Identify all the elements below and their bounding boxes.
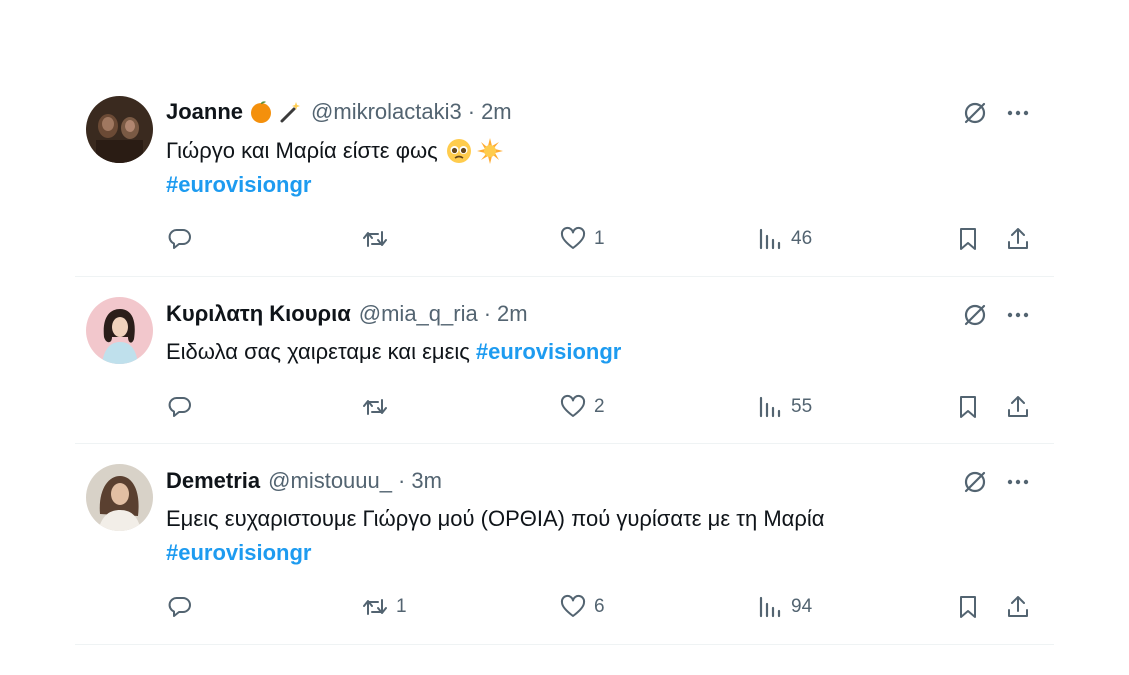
timestamp[interactable]: 3m <box>411 468 442 494</box>
tweet-header: Κυριλατη Κιουρια @mia_q_ria · 2m <box>166 299 528 329</box>
retweet-button[interactable] <box>362 392 396 422</box>
share-icon <box>1008 228 1028 249</box>
bookmark-button[interactable] <box>955 592 981 622</box>
views-button[interactable]: 46 <box>757 224 812 254</box>
views-button[interactable]: 55 <box>757 392 812 422</box>
tweet-text: Γιώργο και Μαρία είστε φως <box>166 136 504 166</box>
bookmark-icon <box>960 228 976 250</box>
tweet-header: Joanne @mikrolactaki3 · 2m <box>166 97 512 127</box>
avatar[interactable] <box>86 96 153 163</box>
tweet-top-actions <box>962 100 1031 126</box>
share-button[interactable] <box>1005 224 1031 254</box>
reply-button[interactable] <box>167 224 201 254</box>
author-name[interactable]: Demetria <box>166 468 260 494</box>
reply-button[interactable] <box>167 592 201 622</box>
more-icon[interactable] <box>1005 469 1031 495</box>
tweet-actions: 1 6 94 <box>0 592 1129 622</box>
divider <box>75 644 1054 645</box>
tweet-feed: Joanne @mikrolactaki3 · 2m Γιώργο και Μα… <box>0 0 1129 675</box>
tweet-header: Demetria @mistouuu_ · 3m <box>166 466 442 496</box>
tweet-top-actions <box>962 469 1031 495</box>
hashtag-link[interactable]: #eurovisiongr <box>166 540 311 565</box>
views-icon <box>759 596 781 618</box>
like-button[interactable]: 1 <box>560 224 605 254</box>
grok-icon[interactable] <box>962 469 988 495</box>
like-button[interactable]: 6 <box>560 592 605 622</box>
share-icon <box>1008 396 1028 417</box>
share-button[interactable] <box>1005 392 1031 422</box>
tweet-text: Εμεις ευχαριστουμε Γιώργο μού (ΟΡΘΙΑ) πο… <box>166 504 825 534</box>
view-count: 55 <box>791 396 813 417</box>
tweet-text: Ειδωλα σας χαιρεταμε και εμεις #eurovisi… <box>166 337 621 367</box>
author-name[interactable]: Κυριλατη Κιουρια <box>166 301 351 327</box>
separator: · <box>467 99 476 124</box>
tweet[interactable]: Joanne @mikrolactaki3 · 2m Γιώργο και Μα… <box>0 0 1129 276</box>
hashtag-link[interactable]: #eurovisiongr <box>476 339 621 365</box>
like-icon <box>560 226 586 249</box>
tweet-body: Ειδωλα σας χαιρεταμε και εμεις <box>166 339 470 364</box>
hashtag-link[interactable]: #eurovisiongr <box>166 172 311 197</box>
author-handle[interactable]: @mia_q_ria <box>359 301 478 327</box>
grok-icon[interactable] <box>962 100 988 126</box>
retweet-count: 1 <box>396 596 407 617</box>
like-icon <box>560 594 586 617</box>
retweet-button[interactable] <box>362 224 396 254</box>
retweet-button[interactable]: 1 <box>362 592 407 622</box>
author-name[interactable]: Joanne <box>166 99 243 125</box>
bookmark-icon <box>960 596 976 618</box>
share-icon <box>1008 596 1028 617</box>
views-icon <box>759 396 781 418</box>
author-handle[interactable]: @mistouuu_ <box>268 468 392 494</box>
like-button[interactable]: 2 <box>560 392 605 422</box>
tweet-actions: 2 55 <box>0 392 1129 422</box>
share-button[interactable] <box>1005 592 1031 622</box>
tweet-top-actions <box>962 302 1031 328</box>
views-icon <box>759 228 781 250</box>
like-count: 2 <box>594 396 605 417</box>
pleading-face-emoji <box>446 138 472 164</box>
like-count: 1 <box>594 228 605 249</box>
tweet-body: Γιώργο και Μαρία είστε φως <box>166 138 438 163</box>
tweet-body: Εμεις ευχαριστουμε Γιώργο μού (ΟΡΘΙΑ) πο… <box>166 506 825 531</box>
author-handle[interactable]: @mikrolactaki3 <box>311 99 462 125</box>
avatar[interactable] <box>86 464 153 531</box>
avatar[interactable] <box>86 297 153 364</box>
bookmark-button[interactable] <box>955 224 981 254</box>
more-icon[interactable] <box>1005 302 1031 328</box>
tweet[interactable]: Demetria @mistouuu_ · 3m Εμεις ευχαριστο… <box>0 444 1129 644</box>
view-count: 46 <box>791 228 813 249</box>
timestamp[interactable]: 2m <box>497 301 528 327</box>
reply-icon <box>168 397 191 417</box>
retweet-icon <box>363 399 387 415</box>
tweet[interactable]: Κυριλατη Κιουρια @mia_q_ria · 2m Ειδωλα … <box>0 277 1129 443</box>
separator: · <box>483 301 492 326</box>
reply-icon <box>168 597 191 617</box>
sun-emoji <box>476 137 504 165</box>
retweet-icon <box>363 599 387 615</box>
grok-icon[interactable] <box>962 302 988 328</box>
like-icon <box>560 394 586 417</box>
reply-icon <box>168 229 191 249</box>
separator: · <box>398 468 406 493</box>
orange-emoji <box>249 100 273 124</box>
reply-button[interactable] <box>167 392 201 422</box>
views-button[interactable]: 94 <box>757 592 812 622</box>
view-count: 94 <box>791 596 813 617</box>
bookmark-icon <box>960 396 976 418</box>
timestamp[interactable]: 2m <box>481 99 512 125</box>
bookmark-button[interactable] <box>955 392 981 422</box>
retweet-icon <box>363 231 387 247</box>
more-icon[interactable] <box>1005 100 1031 126</box>
like-count: 6 <box>594 596 605 617</box>
magic-wand-emoji <box>279 100 303 124</box>
tweet-actions: 1 46 <box>0 224 1129 254</box>
